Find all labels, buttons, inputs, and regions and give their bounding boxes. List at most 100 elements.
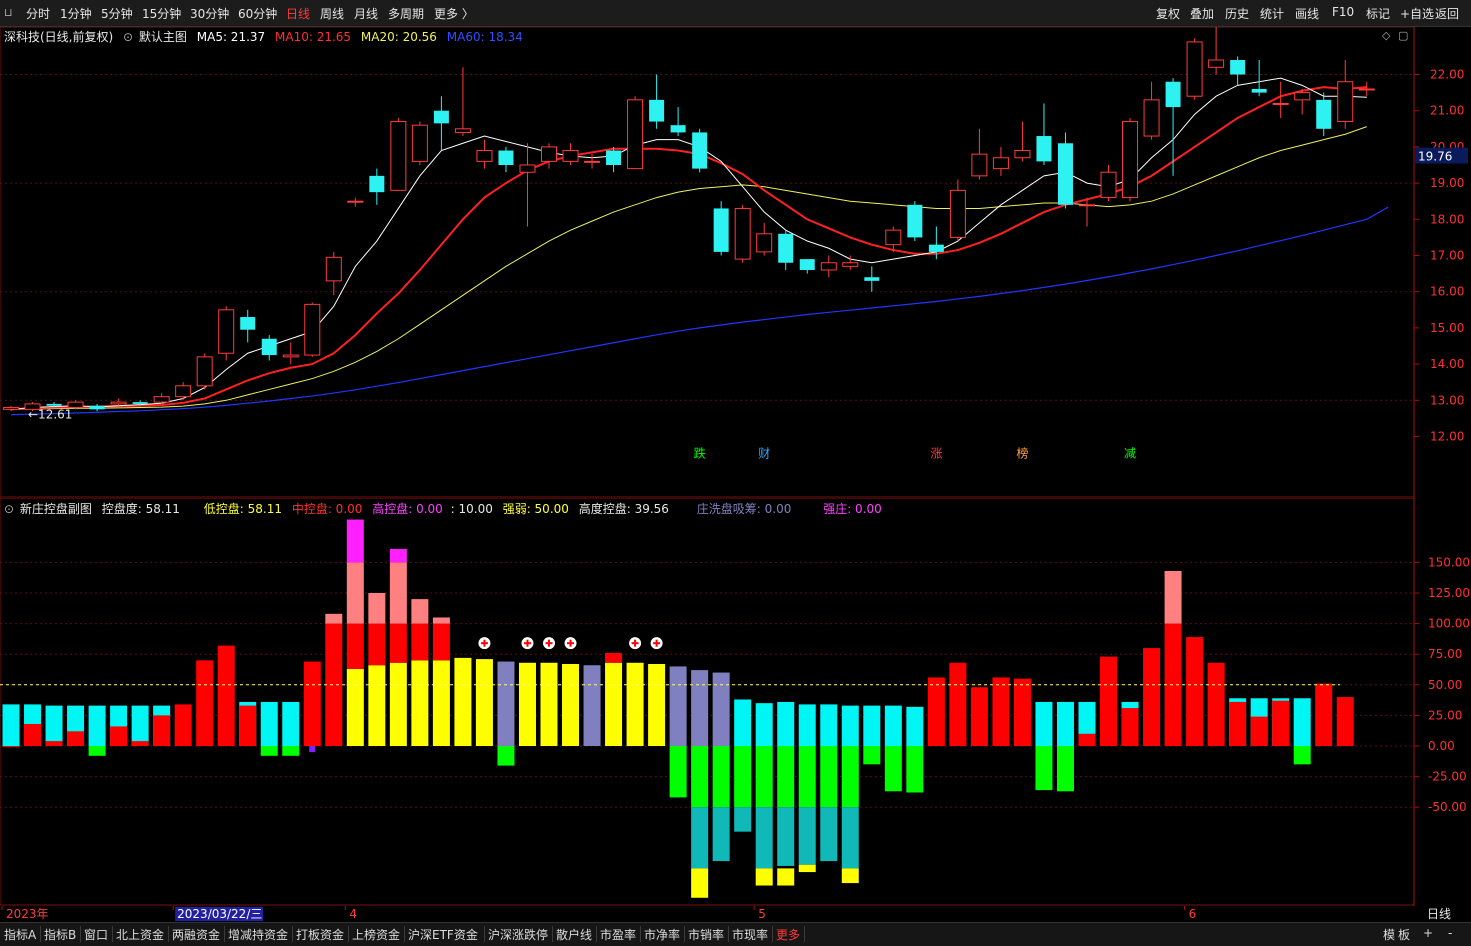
bottom-tab-4[interactable]: 两融资金 [172, 926, 220, 943]
ma5-line [10, 77, 1367, 410]
bar-segment-yellow [777, 868, 795, 886]
bar-segment-red [1100, 656, 1118, 746]
sub-y-tick-label: -50.00 [1428, 800, 1467, 814]
btn-back[interactable]: 返回 [1435, 5, 1459, 22]
btn-draw[interactable]: 画线 [1295, 5, 1319, 22]
candle-body [606, 150, 622, 165]
candle [476, 139, 493, 169]
btn-overlay[interactable]: 叠加 [1190, 5, 1214, 22]
bar-segment-yellow [798, 864, 816, 873]
candle [304, 302, 321, 357]
sub-y-tick-label: -25.00 [1428, 770, 1467, 784]
indicator-bar [820, 704, 838, 862]
candle-body [1165, 81, 1181, 108]
bar-segment-yellow [648, 663, 666, 746]
candle-body [1316, 99, 1332, 129]
bottom-tab-8[interactable]: 沪深ETF资金 [408, 926, 478, 943]
bottom-right-btn-3[interactable]: - [1448, 926, 1452, 940]
indicator-bar [669, 666, 687, 798]
bottom-right-btn-1[interactable]: 板 [1398, 926, 1410, 943]
bar-segment-red [174, 704, 192, 746]
tab-multi-period[interactable]: 多周期 [388, 5, 424, 22]
bar-segment-red [2, 746, 20, 747]
bottom-tab-11[interactable]: 市盈率 [600, 926, 636, 943]
tab-5min[interactable]: 5分钟 [101, 5, 133, 22]
candle [369, 168, 385, 205]
bottom-tab-13[interactable]: 市销率 [688, 926, 724, 943]
bottom-tab-7[interactable]: 上榜资金 [352, 926, 400, 943]
indicator-bar [562, 663, 580, 746]
bottom-tab-2[interactable]: 窗口 [84, 926, 108, 943]
btn-fuquan[interactable]: 复权 [1156, 5, 1180, 22]
indicator-bar [927, 677, 945, 746]
bar-segment-cyan [88, 705, 106, 746]
bottom-tab-6[interactable]: 打板资金 [296, 926, 344, 943]
tab-15min[interactable]: 15分钟 [142, 5, 181, 22]
bar-segment-red [45, 741, 63, 746]
bottom-tab-12[interactable]: 市净率 [644, 926, 680, 943]
candle [627, 96, 644, 170]
menu-icon[interactable]: ⊔ [4, 6, 13, 19]
sub-indicator-chart[interactable]: 150.00 125.00 100.00 75.00 50.00 25.00 0.00 -25… [0, 498, 1471, 906]
bar-segment-red [1164, 623, 1182, 746]
event-marker: 财 [758, 447, 770, 461]
sub-y-tick-label: 25.00 [1428, 708, 1462, 722]
main-kline-chart[interactable]: 12.00 13.00 14.00 15.00 16.00 17.00 18.00 19.00… [0, 27, 1471, 498]
bar-segment-cyan [906, 706, 924, 746]
indicator-bar [67, 705, 85, 746]
btn-mark[interactable]: 标记 [1366, 5, 1390, 22]
btn-stats[interactable]: 统计 [1260, 5, 1284, 22]
sub-y-tick-label: 150.00 [1428, 555, 1470, 569]
bar-segment-yellow [841, 868, 859, 884]
tab-monthly[interactable]: 月线 [354, 5, 378, 22]
candle-body [325, 256, 342, 282]
bottom-tab-3[interactable]: 北上资金 [116, 926, 164, 943]
candle [842, 255, 859, 270]
bar-segment-yellow [411, 660, 429, 746]
candle [282, 342, 299, 365]
bottom-tab-10[interactable]: 散户线 [556, 926, 592, 943]
bottom-right-btn-0[interactable]: 模 [1383, 926, 1395, 943]
candle [218, 306, 235, 361]
bar-segment-green [734, 746, 752, 808]
bottom-right-btn-2[interactable]: + [1423, 926, 1433, 940]
bottom-tab-1[interactable]: 指标B [44, 926, 76, 943]
candle [992, 146, 1009, 176]
bar-segment-red [1078, 733, 1096, 746]
tab-30min[interactable]: 30分钟 [190, 5, 229, 22]
bar-segment-cyan [884, 705, 902, 746]
btn-history[interactable]: 历史 [1225, 5, 1249, 22]
tab-more[interactable]: 更多 〉 [434, 5, 474, 22]
tab-weekly[interactable]: 周线 [320, 5, 344, 22]
bottom-tab-9[interactable]: 沪深涨跌停 [488, 926, 548, 943]
bar-segment-green [863, 746, 881, 765]
bottom-tab-5[interactable]: 增减持资金 [228, 926, 288, 943]
bottom-tab-separator [484, 926, 485, 942]
indicator-bar [475, 659, 493, 746]
tab-60min[interactable]: 60分钟 [238, 5, 277, 22]
bar-segment-green [88, 746, 106, 756]
bottom-tab-0[interactable]: 指标A [4, 926, 36, 943]
bar-segment-green [884, 746, 902, 792]
candle [454, 67, 471, 137]
candle [949, 179, 966, 242]
bar-segment-cyan [260, 701, 278, 746]
bottom-tab-15[interactable]: 更多 [776, 926, 800, 943]
candle [864, 266, 880, 292]
candle-body [1057, 143, 1073, 205]
candle [175, 382, 192, 401]
candle-body [132, 402, 148, 404]
btn-f10[interactable]: F10 [1332, 5, 1354, 19]
bar-segment-yellow [475, 659, 493, 746]
btn-add-watchlist[interactable]: +自选 [1400, 5, 1434, 22]
candle-body [1272, 102, 1289, 105]
main-frame [0, 27, 1415, 498]
bottom-tab-separator [640, 926, 641, 942]
bottom-tab-14[interactable]: 市现率 [732, 926, 768, 943]
tab-daily[interactable]: 日线 [286, 5, 310, 22]
bar-segment-green [906, 746, 924, 793]
tab-fenshi[interactable]: 分时 [26, 5, 50, 22]
tab-1min[interactable]: 1分钟 [60, 5, 92, 22]
bottom-tab-separator [224, 926, 225, 942]
candle-body [820, 262, 837, 271]
